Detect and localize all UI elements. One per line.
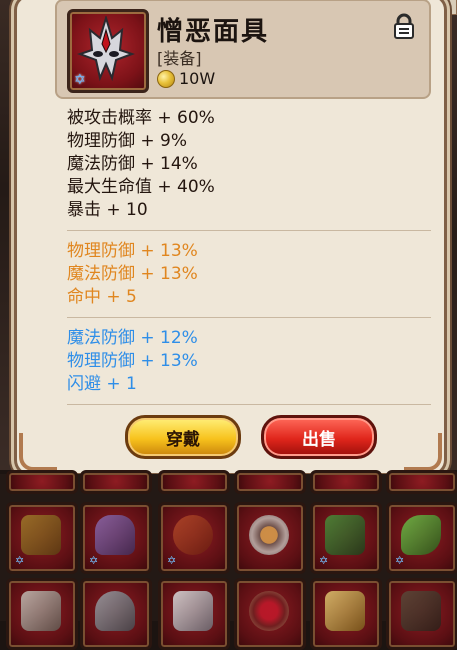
sell-button[interactable]: 出售 [261,415,377,459]
divider [67,404,431,405]
equip-button[interactable]: 穿戴 [125,415,241,459]
stat-line: 命中 + 5 [67,287,137,307]
star-icon: ✡ [74,72,86,88]
inventory-slot[interactable] [158,470,230,494]
lock-icon[interactable] [393,13,415,39]
star-icon: ✡ [395,554,405,567]
item-header: ✡ 憎恶面具 [装备] 10W [55,0,431,99]
inventory-slot[interactable]: ✡ [158,502,230,574]
amulet-icon [173,591,213,631]
stat-line: 魔法防御 + 12% [67,328,198,348]
inventory-slot[interactable]: ✡ [310,502,382,574]
helmet-icon [95,591,135,631]
inventory-grid: ✡ ✡ ✡ ✡ ✡ [0,470,457,650]
inventory-slot[interactable] [386,578,457,650]
inventory-slot[interactable] [310,470,382,494]
blue-bonus-stats: 魔法防御 + 12% 物理防御 + 13% 闪避 + 1 [67,327,431,404]
stat-line: 物理防御 + 9% [67,131,188,151]
item-price: 10W [179,69,216,88]
inventory-slot[interactable] [6,578,78,650]
price-row: 10W [157,69,215,88]
ornament-corner [404,433,442,471]
inventory-slot[interactable] [310,578,382,650]
divider [67,230,431,231]
inventory-slot[interactable] [234,502,306,574]
star-icon: ✡ [167,554,177,567]
sword-icon [325,591,365,631]
stat-line: 闪避 + 1 [67,374,137,394]
inventory-slot[interactable] [386,470,457,494]
ring-icon [249,591,289,631]
stat-line: 物理防御 + 13% [67,241,198,261]
inventory-slot[interactable]: ✡ [80,502,152,574]
stat-line: 最大生命值 + 40% [67,177,215,197]
inventory-slot[interactable]: ✡ [386,502,457,574]
inventory-slot[interactable]: ✡ [6,502,78,574]
stat-line: 物理防御 + 13% [67,351,198,371]
boots-icon [401,591,441,631]
mask-icon: ✡ [67,9,149,93]
orange-bonus-stats: 物理防御 + 13% 魔法防御 + 13% 命中 + 5 [67,240,431,317]
stat-line: 暴击 + 10 [67,200,148,220]
star-icon: ✡ [319,554,329,567]
item-type: [装备] [157,49,202,68]
ring-icon [249,515,289,555]
divider [67,317,431,318]
inventory-slot[interactable] [6,470,78,494]
bow-icon [401,515,441,555]
inventory-slot[interactable] [234,470,306,494]
star-icon: ✡ [89,554,99,567]
base-stats: 被攻击概率 + 60% 物理防御 + 9% 魔法防御 + 14% 最大生命值 +… [67,107,431,230]
belt-icon [173,515,213,555]
item-stats: 被攻击概率 + 60% 物理防御 + 9% 魔法防御 + 14% 最大生命值 +… [67,107,431,414]
wizard-hat-icon [95,515,135,555]
inventory-slot[interactable] [80,470,152,494]
gloves-icon [21,515,61,555]
item-name: 憎恶面具 [157,17,270,47]
inventory-slot[interactable] [80,578,152,650]
inventory-slot[interactable] [234,578,306,650]
coin-icon [157,69,175,88]
item-detail-popup: ✡ 憎恶面具 [装备] 10W 被攻击概率 + 60% 物理防御 + 9% 魔法… [14,0,447,476]
ornament-corner [19,433,57,471]
armor-icon [325,515,365,555]
inventory-slot[interactable] [158,578,230,650]
stat-line: 魔法防御 + 14% [67,154,198,174]
star-icon: ✡ [15,554,25,567]
shield-icon [21,591,61,631]
stat-line: 被攻击概率 + 60% [67,108,215,128]
stat-line: 魔法防御 + 13% [67,264,198,284]
